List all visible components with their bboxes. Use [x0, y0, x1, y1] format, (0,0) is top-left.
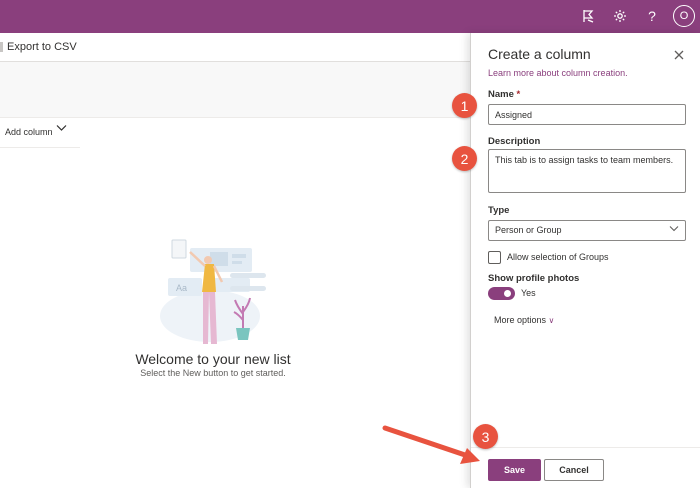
empty-list-illustration-icon: Aa [160, 239, 266, 344]
learn-more-link[interactable]: Learn more about column creation. [488, 68, 628, 78]
export-to-csv-button[interactable]: Export to CSV [7, 41, 77, 53]
chevron-down-icon [56, 124, 67, 135]
arrow-icon [382, 425, 480, 464]
type-label: Type [488, 205, 510, 216]
feedback-icon[interactable] [578, 6, 598, 26]
avatar[interactable]: O [673, 5, 695, 27]
panel-footer-divider [471, 447, 700, 448]
toggle-knob [504, 290, 511, 297]
step-badge-1: 1 [452, 93, 477, 118]
type-selected-value: Person or Group [495, 225, 562, 235]
export-icon [0, 42, 3, 52]
illustration-text: Aa [176, 283, 187, 293]
add-column-header[interactable]: Add column [0, 118, 80, 148]
welcome-title: Welcome to your new list [135, 351, 291, 367]
list-header-band [0, 62, 470, 118]
profile-photos-label: Show profile photos [488, 273, 580, 284]
description-label: Description [488, 136, 541, 147]
gear-icon[interactable] [610, 6, 630, 26]
more-options-text: More options [494, 315, 547, 325]
profile-photos-value: Yes [521, 288, 536, 298]
required-mark: * [516, 89, 521, 100]
name-label: Name * [488, 89, 520, 100]
step-badge-2: 2 [452, 146, 477, 171]
description-textarea[interactable]: This tab is to assign tasks to team memb… [488, 149, 686, 193]
close-icon[interactable] [674, 47, 684, 64]
help-icon[interactable]: ? [642, 6, 662, 26]
more-options-button[interactable]: More options ∨ [494, 315, 554, 325]
name-input[interactable] [488, 104, 686, 125]
profile-photos-toggle[interactable] [488, 287, 515, 300]
name-label-text: Name [488, 89, 514, 100]
suite-bar: ? O [0, 0, 700, 33]
panel-title: Create a column [488, 46, 591, 62]
save-button[interactable]: Save [488, 459, 541, 481]
create-column-panel: Create a column Learn more about column … [470, 33, 700, 488]
cancel-button[interactable]: Cancel [544, 459, 604, 481]
allow-groups-label: Allow selection of Groups [507, 252, 609, 262]
welcome-subtitle: Select the New button to get started. [140, 368, 286, 378]
chevron-down-icon: ∨ [548, 316, 555, 325]
chevron-down-icon [669, 224, 679, 234]
add-column-label: Add column [5, 127, 53, 137]
command-bar: Export to CSV [0, 33, 470, 62]
allow-groups-checkbox[interactable] [488, 251, 501, 264]
type-dropdown[interactable]: Person or Group [488, 220, 686, 241]
